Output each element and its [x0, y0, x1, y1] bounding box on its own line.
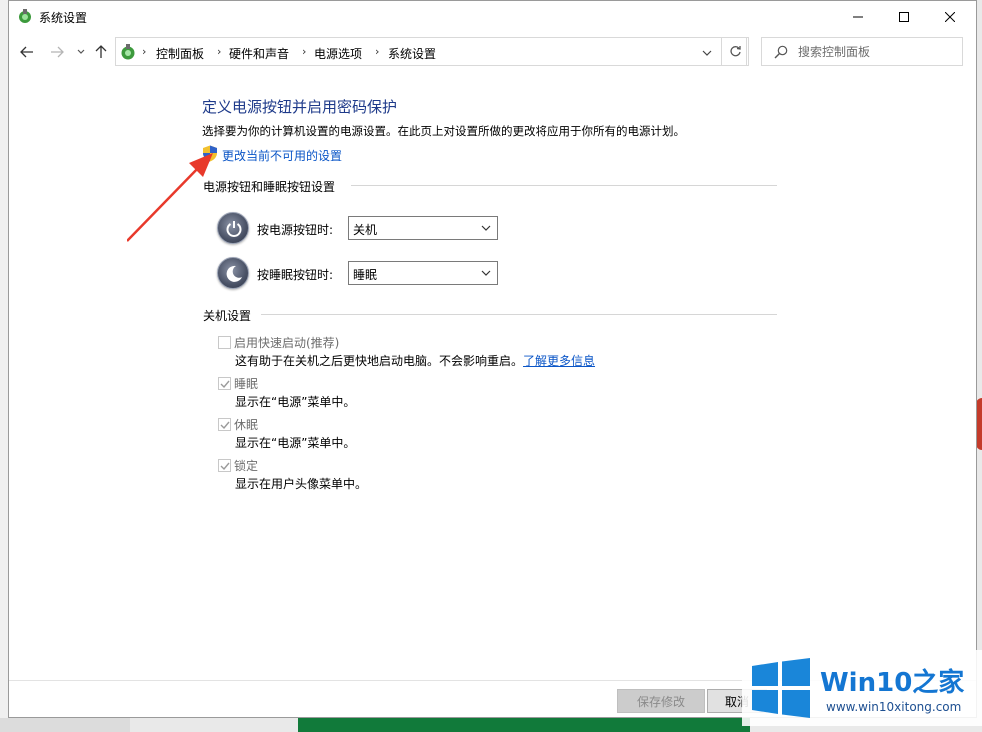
page-title: 定义电源按钮并启用密码保护 — [202, 98, 398, 116]
close-button[interactable] — [927, 1, 973, 32]
sleep-menu-label: 睡眠 — [234, 377, 259, 391]
shutdown-section-title: 关机设置 — [203, 309, 252, 323]
power-buttons-section-title: 电源按钮和睡眠按钮设置 — [203, 180, 336, 194]
refresh-icon — [729, 46, 741, 57]
back-arrow-icon[interactable] — [19, 44, 35, 60]
search-input[interactable] — [798, 43, 958, 61]
control-panel-icon — [119, 43, 137, 61]
breadcrumb-separator-icon: › — [142, 45, 147, 58]
minimize-button[interactable] — [835, 1, 881, 32]
watermark-title-cn: 之家 — [912, 668, 965, 698]
system-settings-window: 系统设置 › 控制面板 › 硬件和声音 › 电源选项 › 系统设置 搜索控制面板… — [8, 0, 977, 718]
section-divider — [261, 314, 777, 315]
maximize-button[interactable] — [881, 1, 927, 32]
search-box[interactable] — [761, 37, 963, 66]
up-arrow-icon[interactable] — [93, 44, 109, 60]
fast-startup-description: 这有助于在关机之后更快地启动电脑。不会影响重启。了解更多信息 — [235, 352, 595, 369]
breadcrumb-separator-icon: › — [375, 45, 380, 58]
lock-menu-description: 显示在用户头像菜单中。 — [235, 477, 368, 491]
windows-logo-icon — [752, 658, 810, 718]
refresh-button[interactable] — [721, 37, 749, 66]
close-icon — [945, 11, 955, 22]
search-icon — [774, 45, 788, 59]
sleep-menu-checkbox[interactable] — [218, 377, 231, 390]
section-divider — [351, 185, 777, 186]
annotation-arrow-icon — [127, 153, 213, 242]
checkmark-icon — [220, 462, 230, 471]
power-button-action-value: 关机 — [353, 223, 378, 237]
recent-dropdown-icon[interactable] — [73, 44, 89, 60]
breadcrumb-separator-icon: › — [217, 45, 222, 58]
navigation-bar: › 控制面板 › 硬件和声音 › 电源选项 › 系统设置 — [9, 35, 976, 69]
lock-menu-label: 锁定 — [234, 459, 259, 473]
power-button-action-select[interactable]: 关机 — [348, 216, 498, 240]
checkmark-icon — [220, 421, 230, 430]
power-button-label: 按电源按钮时: — [257, 223, 334, 237]
breadcrumb-control-panel[interactable]: 控制面板 — [156, 45, 204, 62]
sleep-button-label: 按睡眠按钮时: — [257, 268, 334, 282]
lock-menu-checkbox[interactable] — [218, 459, 231, 472]
minimize-icon — [853, 16, 863, 17]
breadcrumb-hardware-sound[interactable]: 硬件和声音 — [229, 45, 289, 62]
sleep-menu-description: 显示在“电源”菜单中。 — [235, 395, 356, 409]
fast-startup-description-text: 这有助于在关机之后更快地启动电脑。不会影响重启。 — [235, 354, 524, 368]
watermark: Win10之家 www.win10xitong.com — [742, 650, 982, 726]
checkmark-icon — [220, 380, 230, 389]
background-window-edge — [0, 718, 130, 732]
fast-startup-checkbox[interactable] — [218, 336, 231, 349]
save-changes-button[interactable]: 保存修改 — [617, 689, 705, 713]
breadcrumb-power-options[interactable]: 电源选项 — [314, 45, 362, 62]
watermark-title: Win10之家 — [820, 662, 964, 699]
background-window-edge — [298, 718, 750, 732]
page-description: 选择要为你的计算机设置的电源设置。在此页上对设置所做的更改将应用于你所有的电源计… — [202, 124, 685, 138]
forward-arrow-icon[interactable] — [49, 44, 65, 60]
breadcrumb-separator-icon: › — [302, 45, 307, 58]
sleep-button-action-select[interactable]: 睡眠 — [348, 261, 498, 285]
hibernate-menu-label: 休眠 — [234, 418, 259, 432]
desktop-background — [0, 0, 8, 732]
address-bar[interactable]: › 控制面板 › 硬件和声音 › 电源选项 › 系统设置 — [115, 37, 747, 66]
sleep-button-action-value: 睡眠 — [353, 268, 378, 282]
hibernate-menu-checkbox[interactable] — [218, 418, 231, 431]
address-dropdown-icon[interactable] — [701, 47, 713, 57]
chevron-down-icon — [481, 270, 491, 276]
chevron-down-icon — [481, 225, 491, 231]
breadcrumb-system-settings[interactable]: 系统设置 — [388, 45, 436, 62]
hibernate-menu-description: 显示在“电源”菜单中。 — [235, 436, 356, 450]
maximize-icon — [899, 11, 909, 22]
control-panel-icon — [17, 8, 33, 24]
window-title: 系统设置 — [39, 11, 88, 25]
change-unavailable-settings-link[interactable]: 更改当前不可用的设置 — [222, 147, 342, 164]
learn-more-link[interactable]: 了解更多信息 — [523, 354, 595, 368]
sleep-button-icon — [217, 257, 249, 289]
watermark-title-en: Win10 — [820, 668, 913, 698]
power-button-icon — [217, 212, 249, 244]
fast-startup-label: 启用快速启动(推荐) — [234, 336, 340, 350]
watermark-url: www.win10xitong.com — [826, 700, 962, 714]
title-bar[interactable]: 系统设置 — [9, 1, 976, 32]
